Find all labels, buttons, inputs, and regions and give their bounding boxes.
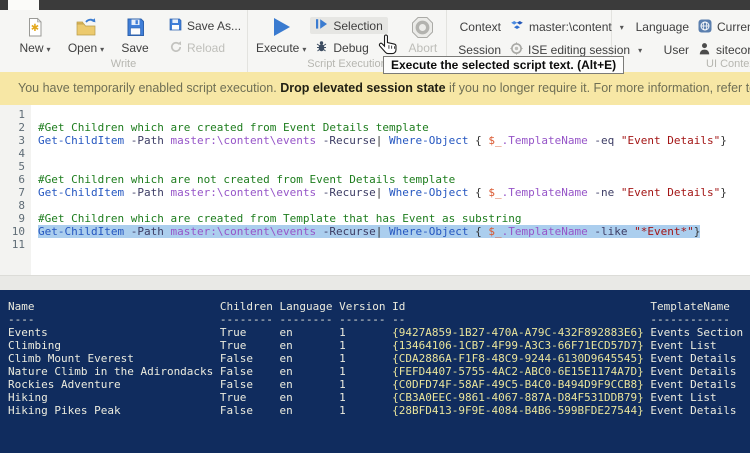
group-label-write: Write xyxy=(110,58,137,70)
console-line: Events True en 1 {9427A859-1B27-470A-A79… xyxy=(8,326,744,339)
debug-bug-icon xyxy=(315,40,328,56)
line-number: 11 xyxy=(11,238,25,251)
abort-label: Abort xyxy=(408,41,438,55)
selection-play-icon xyxy=(315,18,328,33)
ribbon: ✱ New ▾ Open ▾ Save Save As... Reload Wr… xyxy=(0,10,750,72)
new-button[interactable]: ✱ New ▾ xyxy=(10,14,60,55)
language-selector[interactable]: Current xyxy=(698,19,750,36)
tooltip: Execute the selected script text. (Alt+E… xyxy=(383,56,625,74)
console-line: Hiking Pikes Peak False en 1 {28BFD413-9… xyxy=(8,404,737,417)
line-number: 9 xyxy=(18,212,25,225)
line-number: 10 xyxy=(11,225,25,238)
chevron-down-icon: ▾ xyxy=(100,45,105,54)
console-line: Climbing True en 1 {13464106-1CB7-4F99-A… xyxy=(8,339,717,352)
chevron-down-icon: ▾ xyxy=(46,45,51,54)
abort-button[interactable]: Abort xyxy=(400,14,446,55)
code-line[interactable] xyxy=(31,147,750,160)
reload-label: Reload xyxy=(187,40,226,55)
abort-stop-icon xyxy=(411,14,434,40)
save-as-label: Save As... xyxy=(187,18,242,33)
ribbon-group-write: ✱ New ▾ Open ▾ Save Save As... Reload Wr… xyxy=(0,10,248,72)
new-button-label: New xyxy=(19,41,44,55)
code-line[interactable]: #Get Children which are not created from… xyxy=(31,173,750,186)
code-line[interactable]: Get-ChildItem -Path master:\content\even… xyxy=(31,186,750,199)
new-document-icon: ✱ xyxy=(25,14,45,40)
selection-label: Selection xyxy=(333,18,383,33)
elevation-notice-bar: You have temporarily enabled script exec… xyxy=(0,72,750,105)
line-number: 4 xyxy=(18,147,25,160)
line-number: 3 xyxy=(18,134,25,147)
line-number: 7 xyxy=(18,186,25,199)
execute-selection-button[interactable]: Selection xyxy=(310,17,388,34)
execute-button[interactable]: Execute ▾ xyxy=(256,14,306,55)
spe-ise-window: ✱ New ▾ Open ▾ Save Save As... Reload Wr… xyxy=(0,0,750,453)
group-label-ui-context: UI Context xyxy=(706,58,750,70)
user-selector[interactable]: sitecore xyxy=(698,42,750,58)
console-line: Nature Climb in the Adirondacks False en… xyxy=(8,365,737,378)
save-as-floppy-icon xyxy=(169,18,182,34)
code-line[interactable]: Get-ChildItem -Path master:\content\even… xyxy=(31,225,750,238)
save-floppy-icon xyxy=(126,14,145,40)
reload-icon xyxy=(169,40,182,56)
session-label: Session xyxy=(458,43,501,57)
code-line[interactable] xyxy=(31,238,750,251)
user-icon xyxy=(698,42,711,58)
context-selector[interactable]: master:\content ▾ xyxy=(510,19,624,35)
user-value: sitecore xyxy=(716,43,750,57)
open-button[interactable]: Open ▾ xyxy=(60,14,112,55)
debug-label: Debug xyxy=(333,40,369,55)
code-area[interactable]: #Get Children which are created from Eve… xyxy=(31,105,750,275)
active-ribbon-tab[interactable] xyxy=(8,0,39,10)
line-number-gutter: 1 2 3 4 5 6 7 8 9 10 11 xyxy=(0,105,31,275)
notice-drop-state-text: Drop elevated session state xyxy=(280,81,446,95)
notice-text: if you no longer require it. For more in… xyxy=(445,81,750,95)
chevron-down-icon: ▾ xyxy=(302,45,307,54)
ribbon-group-ui-context: Language Current xyxy=(612,10,750,72)
script-editor[interactable]: 1 2 3 4 5 6 7 8 9 10 11 #Get Children which are cr… xyxy=(0,105,750,275)
line-number: 2 xyxy=(18,121,25,134)
database-icon xyxy=(510,19,524,35)
line-number: 6 xyxy=(18,173,25,186)
hand-cursor-icon xyxy=(377,33,399,59)
line-number: 8 xyxy=(18,199,25,212)
user-label: User xyxy=(663,43,689,57)
svg-text:✱: ✱ xyxy=(31,23,39,34)
context-value: master:\content xyxy=(529,20,612,34)
console-line: Rockies Adventure False en 1 {C0DFD74F-5… xyxy=(8,378,737,391)
save-button[interactable]: Save xyxy=(112,14,158,55)
context-label: Context xyxy=(459,20,501,34)
code-line[interactable]: #Get Children which are created from Tem… xyxy=(31,212,750,225)
line-number: 5 xyxy=(18,160,25,173)
execute-play-icon xyxy=(269,14,293,40)
code-line[interactable]: Get-ChildItem -Path master:\content\even… xyxy=(31,134,750,147)
code-line[interactable]: #Get Children which are created from Eve… xyxy=(31,121,750,134)
language-label: Language xyxy=(635,20,689,34)
console-line: Name Children Language Version Id Templa… xyxy=(8,300,730,313)
console-line: ---- -------- -------- ------- -- ------… xyxy=(8,313,730,326)
console-line: Hiking True en 1 {CB3A0EEC-9861-4067-887… xyxy=(8,391,717,404)
code-line[interactable] xyxy=(31,199,750,212)
execute-button-label: Execute xyxy=(256,41,300,55)
code-line[interactable] xyxy=(31,160,750,173)
reload-button[interactable]: Reload xyxy=(164,39,246,56)
save-as-button[interactable]: Save As... xyxy=(164,17,246,34)
open-folder-icon xyxy=(75,14,97,40)
open-button-label: Open xyxy=(67,41,98,55)
console-output[interactable]: Name Children Language Version Id Templa… xyxy=(0,290,750,453)
save-button-label: Save xyxy=(121,41,149,55)
code-line[interactable] xyxy=(31,108,750,121)
window-top-strip xyxy=(0,0,750,10)
language-value: Current xyxy=(717,20,750,34)
notice-text: You have temporarily enabled script exec… xyxy=(18,81,281,95)
editor-console-splitter[interactable] xyxy=(0,275,750,290)
console-line: Climb Mount Everest False en 1 {CDA2886A… xyxy=(8,352,737,365)
line-number: 1 xyxy=(18,108,25,121)
globe-icon xyxy=(698,19,712,36)
